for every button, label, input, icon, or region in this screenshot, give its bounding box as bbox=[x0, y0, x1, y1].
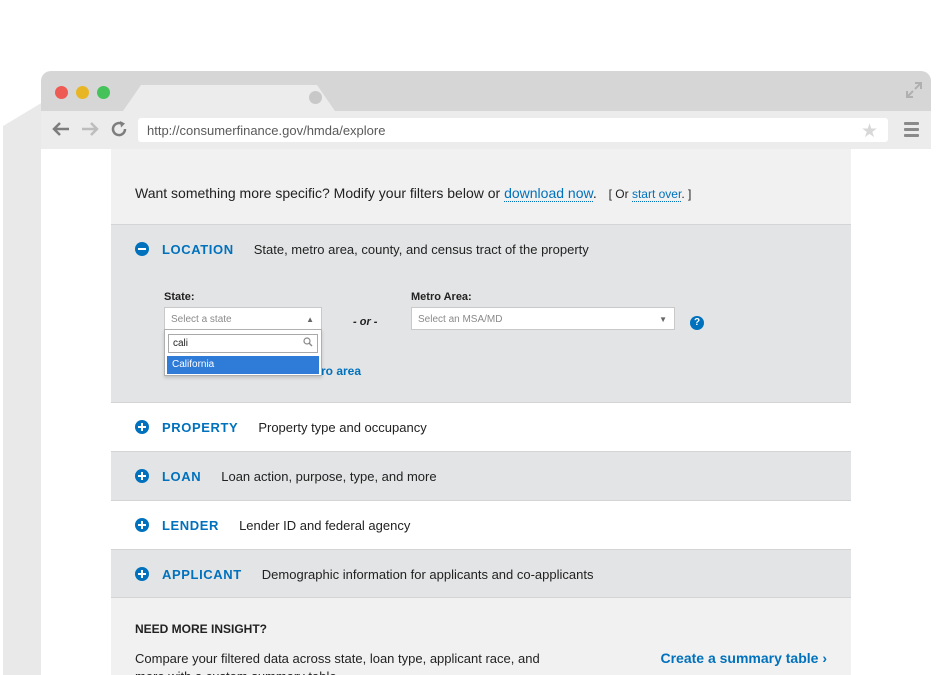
intro-text: Want something more specific? Modify you… bbox=[135, 185, 692, 202]
state-search-input[interactable]: cali bbox=[168, 334, 318, 353]
close-window-button[interactable] bbox=[55, 86, 68, 99]
browser-tab[interactable] bbox=[123, 85, 335, 111]
section-description: Demographic information for applicants a… bbox=[261, 566, 594, 582]
page-viewport: Want something more specific? Modify you… bbox=[41, 149, 931, 675]
expand-plus-icon[interactable] bbox=[135, 469, 149, 483]
insight-text: Compare your filtered data across state,… bbox=[135, 651, 540, 675]
back-arrow-icon[interactable] bbox=[51, 119, 71, 139]
section-description: Property type and occupancy bbox=[258, 419, 427, 435]
window-controls bbox=[55, 86, 110, 99]
help-icon[interactable]: ? bbox=[690, 316, 704, 330]
filters-panel: Want something more specific? Modify you… bbox=[111, 149, 851, 675]
state-select[interactable]: Select a state ▲ bbox=[164, 307, 322, 330]
applicant-section[interactable]: APPLICANT Demographic information for ap… bbox=[111, 549, 851, 598]
reload-icon[interactable] bbox=[109, 119, 129, 139]
browser-menu-icon[interactable] bbox=[904, 122, 919, 137]
add-metro-area-link[interactable]: tro area bbox=[317, 364, 361, 378]
location-title: LOCATION bbox=[162, 241, 234, 257]
metro-area-select[interactable]: Select an MSA/MD ▼ bbox=[411, 307, 675, 330]
location-section: LOCATION State, metro area, county, and … bbox=[111, 224, 851, 402]
location-description: State, metro area, county, and census tr… bbox=[253, 241, 589, 257]
loan-section[interactable]: LOAN Loan action, purpose, type, and mor… bbox=[111, 451, 851, 500]
expand-plus-icon[interactable] bbox=[135, 420, 149, 434]
fullscreen-icon[interactable] bbox=[905, 81, 923, 99]
state-option-california[interactable]: California bbox=[167, 356, 319, 374]
bookmark-star-icon[interactable]: ★ bbox=[861, 120, 878, 143]
section-title: LENDER bbox=[162, 517, 220, 533]
minimize-window-button[interactable] bbox=[76, 86, 89, 99]
download-now-link[interactable]: download now bbox=[504, 185, 593, 202]
insight-heading: NEED MORE INSIGHT? bbox=[135, 622, 268, 636]
state-label: State: bbox=[164, 291, 195, 303]
forward-arrow-icon[interactable] bbox=[80, 119, 100, 139]
section-title: PROPERTY bbox=[162, 419, 239, 435]
expand-plus-icon[interactable] bbox=[135, 518, 149, 532]
browser-toolbar: http://consumerfinance.gov/hmda/explore … bbox=[41, 111, 931, 149]
lender-section[interactable]: LENDER Lender ID and federal agency bbox=[111, 500, 851, 549]
caret-up-icon: ▲ bbox=[306, 315, 314, 324]
search-icon bbox=[303, 337, 313, 350]
or-separator: - or - bbox=[353, 316, 378, 328]
section-description: Lender ID and federal agency bbox=[239, 517, 411, 533]
caret-down-icon: ▼ bbox=[659, 315, 667, 324]
start-over-link[interactable]: start over bbox=[631, 187, 682, 202]
create-summary-table-link[interactable]: Create a summary table › bbox=[660, 650, 827, 666]
property-section[interactable]: PROPERTY Property type and occupancy bbox=[111, 402, 851, 451]
section-description: Loan action, purpose, type, and more bbox=[221, 468, 437, 484]
section-title: APPLICANT bbox=[162, 566, 242, 582]
start-over-note: [ Or start over. ] bbox=[608, 187, 692, 202]
state-dropdown: cali California bbox=[164, 329, 322, 376]
location-header[interactable]: LOCATION State, metro area, county, and … bbox=[135, 225, 589, 273]
metro-area-label: Metro Area: bbox=[411, 291, 472, 303]
tab-close-icon[interactable] bbox=[309, 91, 322, 104]
browser-window: http://consumerfinance.gov/hmda/explore … bbox=[41, 71, 931, 675]
maximize-window-button[interactable] bbox=[97, 86, 110, 99]
url-text: http://consumerfinance.gov/hmda/explore bbox=[147, 123, 386, 138]
collapse-minus-icon[interactable] bbox=[135, 242, 149, 256]
expand-plus-icon[interactable] bbox=[135, 567, 149, 581]
address-bar[interactable]: http://consumerfinance.gov/hmda/explore … bbox=[138, 118, 888, 142]
section-title: LOAN bbox=[162, 468, 202, 484]
